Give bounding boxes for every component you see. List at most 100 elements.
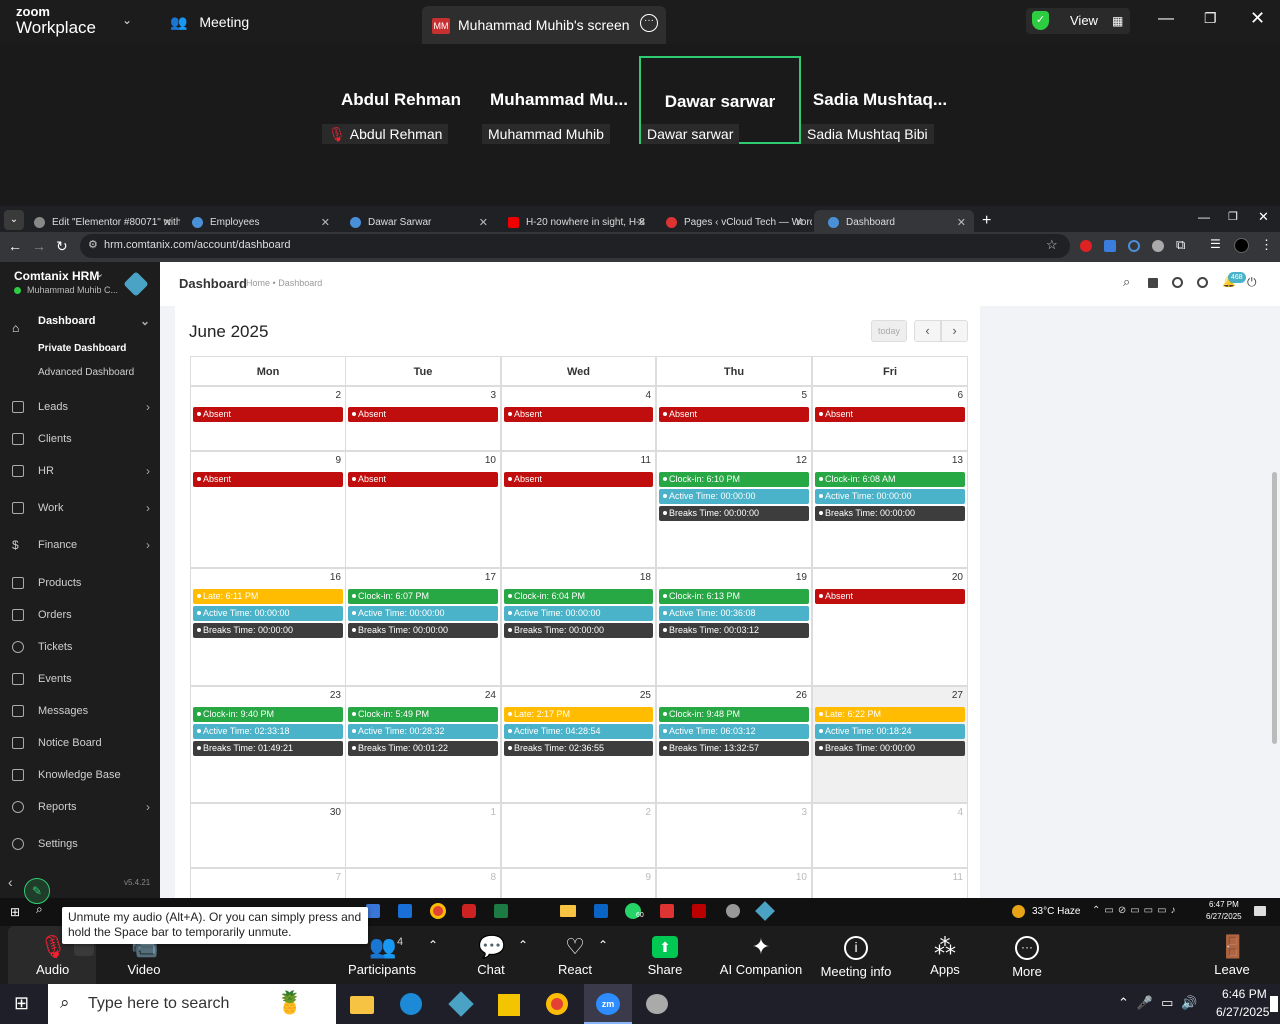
meeting-menu[interactable]: 👥 Meeting (170, 14, 249, 31)
sidebar-item-tickets[interactable]: Tickets (0, 632, 160, 662)
calendar-day-cell[interactable]: 10 Absent (345, 451, 501, 568)
calendar-day-cell[interactable]: 26 Clock-in: 9:48 PM Active Time: 06:03:12… (656, 686, 812, 803)
more-button[interactable]: ··· More (1004, 926, 1050, 984)
breadcrumb-home[interactable]: Home (246, 278, 270, 288)
star-icon[interactable]: ☆ (1046, 237, 1058, 253)
calendar-day-cell[interactable]: 2 (501, 803, 656, 868)
meeting-info-button[interactable]: i Meeting info (818, 926, 894, 984)
calendar-day-cell[interactable]: 1 (345, 803, 501, 868)
add-icon[interactable] (1197, 277, 1208, 288)
calendar-day-cell[interactable]: 4 (812, 803, 968, 868)
chat-options-chevron-icon[interactable]: ⌃ (518, 938, 528, 952)
calendar-event[interactable]: Absent (193, 472, 343, 487)
taskbar-date[interactable]: 6/27/2025 (1216, 1005, 1269, 1019)
notifications-icon[interactable] (1270, 996, 1278, 1012)
calendar-day-cell[interactable]: 7 (190, 868, 346, 898)
calendar-event[interactable]: Breaks Time: 00:00:00 (659, 506, 809, 521)
maximize-icon[interactable]: ❐ (1204, 10, 1217, 27)
notifications-icon[interactable] (1254, 906, 1266, 916)
weather-text[interactable]: 33°C Haze (1032, 906, 1080, 917)
calendar-event[interactable]: Breaks Time: 00:01:22 (348, 741, 498, 756)
outlook-icon[interactable] (594, 904, 608, 918)
extension-icon[interactable] (1152, 240, 1164, 252)
calendar-event[interactable]: Absent (815, 407, 965, 422)
taskbar-app-icon[interactable] (398, 904, 412, 918)
calendar-day-cell[interactable]: 12 Clock-in: 6:10 PM Active Time: 00:00:00… (656, 451, 812, 568)
calendar-event[interactable]: Active Time: 00:28:32 (348, 724, 498, 739)
taskbar-app-icon[interactable] (462, 904, 476, 918)
calendar-event[interactable]: Late: 2:17 PM (504, 707, 653, 722)
sidebar-item-hr[interactable]: HR › (0, 456, 160, 486)
sidebar-item-messages[interactable]: Messages (0, 696, 160, 726)
participant-tile[interactable]: Muhammad Mu... Muhammad Muhib (480, 56, 638, 144)
excel-icon[interactable] (494, 904, 508, 918)
calendar-event[interactable]: Absent (815, 589, 965, 604)
calendar-event[interactable]: Breaks Time: 02:36:55 (504, 741, 653, 756)
react-button[interactable]: ♡ React (552, 926, 598, 984)
calendar-event[interactable]: Active Time: 00:00:00 (815, 489, 965, 504)
calendar-day-cell[interactable]: 23 Clock-in: 9:40 PM Active Time: 02:33:18… (190, 686, 346, 803)
calendar-event[interactable]: Clock-in: 9:40 PM (193, 707, 343, 722)
chat-button[interactable]: 💬 Chat (468, 926, 514, 984)
calendar-event[interactable]: Absent (193, 407, 343, 422)
next-month-button[interactable]: › (941, 320, 968, 342)
sidebar-item-notice-board[interactable]: Notice Board (0, 728, 160, 758)
scrollbar[interactable] (1272, 472, 1277, 744)
forward-icon[interactable]: → (32, 238, 46, 254)
calendar-day-cell[interactable]: 19 Clock-in: 6:13 PM Active Time: 00:36:08… (656, 568, 812, 686)
site-info-icon[interactable]: ⚙ (88, 238, 98, 251)
sidebar-subitem-advanced-dashboard[interactable]: Advanced Dashboard (0, 358, 160, 388)
participant-tile-active[interactable]: Dawar sarwar Dawar sarwar (639, 56, 801, 144)
calendar-event[interactable]: Absent (504, 407, 653, 422)
taskbar-app-icon[interactable] (726, 904, 740, 918)
chrome-icon[interactable] (430, 903, 446, 919)
reload-icon[interactable]: ↻ (56, 238, 68, 255)
calendar-event[interactable]: Clock-in: 6:13 PM (659, 589, 809, 604)
file-explorer-icon[interactable] (350, 996, 374, 1014)
share-button[interactable]: ⬆ Share (640, 926, 690, 984)
taskbar-time[interactable]: 6:47 PM (1209, 900, 1239, 909)
calendar-event[interactable]: Absent (348, 472, 498, 487)
calendar-event[interactable]: Clock-in: 9:48 PM (659, 707, 809, 722)
calendar-event[interactable]: Active Time: 00:00:00 (193, 606, 343, 621)
calendar-day-cell[interactable]: 3 Absent (345, 386, 501, 451)
search-icon[interactable]: ⌕ (1123, 274, 1130, 290)
minimize-icon[interactable]: — (1198, 210, 1210, 224)
windows-start-icon[interactable]: ⊞ (10, 905, 20, 919)
edit-pencil-icon[interactable]: ✎ (24, 878, 50, 904)
calendar-event[interactable]: Active Time: 00:36:08 (659, 606, 809, 621)
calendar-day-cell[interactable]: 11 (812, 868, 968, 898)
extension-icon[interactable] (1080, 240, 1092, 252)
calendar-day-cell[interactable]: 20 Absent (812, 568, 968, 686)
calendar-event[interactable]: Active Time: 00:00:00 (348, 606, 498, 621)
calendar-day-cell[interactable]: 17 Clock-in: 6:07 PM Active Time: 00:00:00… (345, 568, 501, 686)
calendar-day-cell[interactable]: 3 (656, 803, 812, 868)
calendar-day-cell[interactable]: 30 (190, 803, 346, 868)
app-icon[interactable] (646, 994, 668, 1014)
power-icon[interactable]: ⏻ (1247, 275, 1257, 290)
calendar-day-cell[interactable]: 10 (656, 868, 812, 898)
sidebar-item-orders[interactable]: Orders (0, 600, 160, 630)
calendar-day-cell[interactable]: 16 Late: 6:11 PM Active Time: 00:00:00 Brea… (190, 568, 346, 686)
app-icon[interactable] (448, 991, 474, 1017)
calendar-day-cell[interactable]: 13 Clock-in: 6:08 AM Active Time: 00:00:00… (812, 451, 968, 568)
sidebar-item-dashboard[interactable]: ⌂ Dashboard ⌄ (0, 306, 160, 336)
calendar-day-cell[interactable]: 6 Absent (812, 386, 968, 451)
sidebar-item-reports[interactable]: Reports › (0, 792, 160, 822)
calendar-event[interactable]: Clock-in: 6:04 PM (504, 589, 653, 604)
participant-tile[interactable]: Sadia Mushtaq... Sadia Mushtaq Bibi (801, 56, 959, 144)
zoom-app-icon[interactable]: zm (584, 984, 632, 1024)
calendar-event[interactable]: Late: 6:22 PM (815, 707, 965, 722)
system-tray-icons[interactable]: ⌃🎤▭🔊 (1118, 995, 1206, 1011)
close-icon[interactable]: ✕ (1258, 209, 1269, 225)
calendar-event[interactable]: Clock-in: 6:10 PM (659, 472, 809, 487)
sidebar-item-leads[interactable]: Leads › (0, 392, 160, 422)
calendar-event[interactable]: Active Time: 04:28:54 (504, 724, 653, 739)
calendar-event[interactable]: Breaks Time: 13:32:57 (659, 741, 809, 756)
prev-month-button[interactable]: ‹ (914, 320, 941, 342)
maximize-icon[interactable]: ❐ (1228, 210, 1238, 223)
ai-companion-button[interactable]: ✦ AI Companion (718, 926, 804, 984)
taskbar-search[interactable]: ⌕ Type here to search 🍍 (48, 984, 336, 1024)
chrome-icon[interactable] (546, 993, 568, 1015)
chevron-down-icon[interactable]: ⌄ (95, 267, 104, 280)
